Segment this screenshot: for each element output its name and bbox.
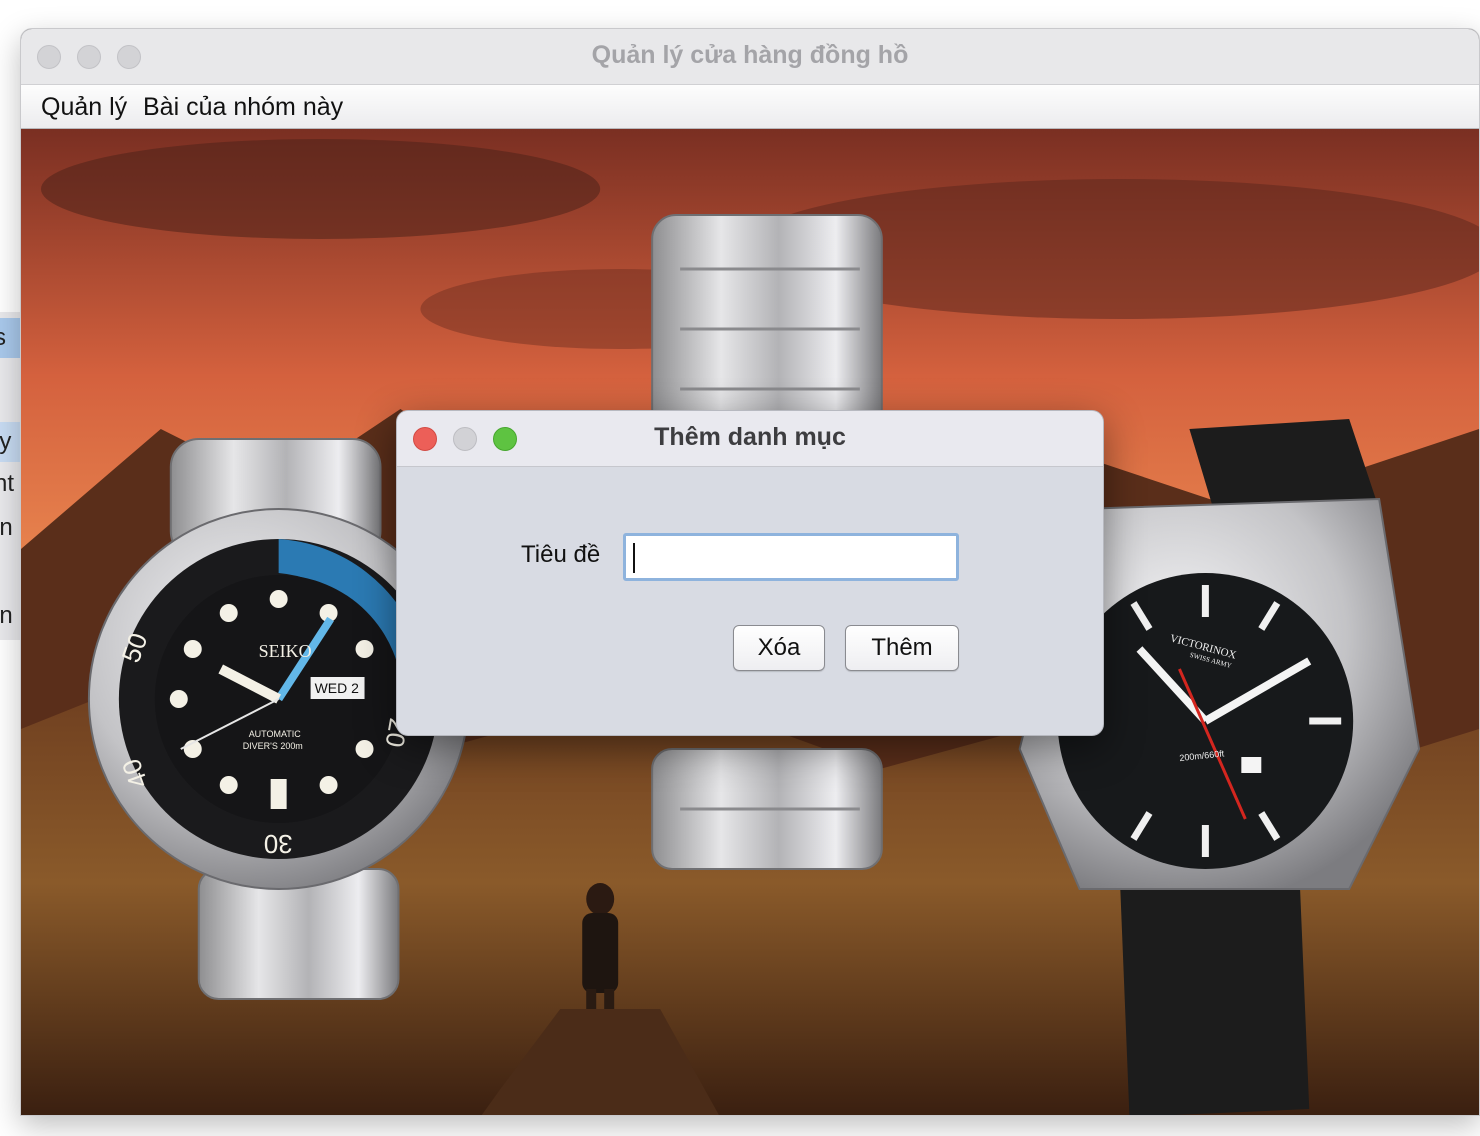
menu-quan-ly[interactable]: Quản lý: [37, 91, 131, 123]
dialog-title: Thêm danh mục: [654, 423, 846, 451]
background-window-row[interactable]: in: [0, 508, 21, 548]
menu-bai-cua-nhom-nay[interactable]: Bài của nhóm này: [139, 91, 347, 123]
background-window-row[interactable]: [0, 360, 21, 400]
title-field-label: Tiêu đề: [521, 541, 601, 568]
svg-text:30: 30: [264, 829, 293, 859]
dialog-titlebar[interactable]: Thêm danh mục: [397, 411, 1103, 467]
background-window-row[interactable]: in: [0, 596, 21, 636]
window-title: Quản lý cửa hàng đồng hồ: [591, 41, 909, 69]
background-window[interactable]: s ly nt in i in: [0, 312, 22, 640]
title-input[interactable]: [623, 533, 959, 581]
delete-button[interactable]: Xóa: [733, 625, 825, 671]
desktop: s ly nt in i in Quản lý cửa hàng đồng hồ…: [0, 0, 1480, 1136]
svg-text:WED 2: WED 2: [315, 680, 359, 696]
svg-text:DIVER'S 200m: DIVER'S 200m: [243, 741, 303, 751]
menu-bar: Quản lý Bài của nhóm này: [21, 85, 1479, 129]
add-button[interactable]: Thêm: [845, 625, 959, 671]
background-window-row[interactable]: i: [0, 552, 21, 592]
window-titlebar[interactable]: Quản lý cửa hàng đồng hồ: [21, 29, 1479, 85]
dialog-body: Tiêu đề Xóa Thêm: [397, 467, 1103, 735]
background-window-row[interactable]: nt: [0, 464, 21, 504]
background-window-row[interactable]: s: [0, 318, 21, 358]
seiko-brand-text: SEIKO: [259, 641, 312, 661]
text-caret: [633, 543, 635, 573]
add-category-dialog: Thêm danh mục Tiêu đề Xóa Thêm: [396, 410, 1104, 736]
svg-text:AUTOMATIC: AUTOMATIC: [249, 729, 302, 739]
background-window-row[interactable]: ly: [0, 422, 21, 462]
